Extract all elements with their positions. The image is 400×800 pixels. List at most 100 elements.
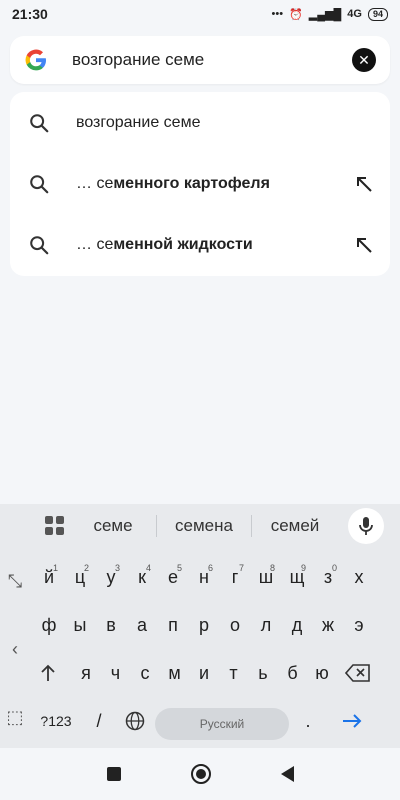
letter-key[interactable]: э	[344, 610, 374, 640]
letter-key[interactable]: ь	[249, 658, 277, 688]
letter-key[interactable]: о	[220, 610, 250, 640]
search-icon	[30, 113, 49, 132]
voice-input-button[interactable]	[348, 508, 384, 544]
letter-key[interactable]: е5	[158, 562, 188, 592]
fill-query-arrow-icon[interactable]	[354, 174, 374, 194]
letter-key[interactable]: у3	[96, 562, 126, 592]
key-hint-number: 6	[207, 563, 213, 573]
key-hint-number: 3	[114, 563, 120, 573]
letter-key[interactable]: а	[127, 610, 157, 640]
period-key[interactable]: .	[294, 706, 322, 736]
suggestion-item[interactable]: … семенной жидкости	[10, 214, 390, 275]
letter-key[interactable]: ю	[308, 658, 336, 688]
letter-key[interactable]: с	[131, 658, 159, 688]
home-icon[interactable]	[190, 764, 211, 784]
suggestion-text: возгорание семе	[76, 113, 201, 131]
letter-key[interactable]: т	[220, 658, 248, 688]
key-label: р	[198, 614, 209, 635]
battery-indicator: 94	[367, 7, 388, 21]
google-logo-icon	[25, 49, 46, 71]
language-key[interactable]	[120, 706, 150, 736]
fill-query-arrow-icon[interactable]	[354, 235, 374, 255]
key-label: в	[106, 614, 116, 635]
letter-key[interactable]: ф	[34, 610, 64, 640]
key-label: ф	[41, 614, 57, 635]
space-key[interactable]: Русский	[155, 708, 289, 740]
key-label: п	[168, 614, 178, 635]
symbols-key[interactable]: ?123	[34, 706, 78, 736]
suggestion-text: … семенного картофеля	[76, 174, 270, 192]
key-label: о	[229, 614, 240, 635]
search-bar[interactable]: возгорание семе ✕	[10, 36, 390, 84]
key-label: т	[229, 662, 238, 683]
letter-key[interactable]: ц2	[65, 562, 95, 592]
letter-key[interactable]: ч	[102, 658, 130, 688]
key-hint-number: 1	[52, 563, 58, 573]
key-label: я	[81, 662, 91, 683]
key-label: м	[168, 662, 181, 683]
alarm-icon: ⏰	[289, 8, 303, 21]
search-input[interactable]: возгорание семе	[72, 50, 204, 70]
network-type: 4G	[347, 8, 362, 20]
letter-key[interactable]: з0	[313, 562, 343, 592]
select-mode-icon[interactable]: ⬚	[0, 702, 30, 732]
key-label: с	[140, 662, 150, 683]
microphone-icon	[359, 517, 373, 535]
chevron-left-icon[interactable]: ‹	[0, 634, 30, 664]
letter-key[interactable]: и	[190, 658, 218, 688]
slash-key[interactable]: /	[84, 706, 114, 736]
keyboard-suggestion[interactable]: семе	[70, 516, 156, 536]
suggestion-item[interactable]: возгорание семе	[10, 92, 390, 153]
key-hint-number: 7	[238, 563, 244, 573]
key-label: ы	[73, 614, 87, 635]
suggestion-text: … семенной жидкости	[76, 235, 253, 253]
letter-key[interactable]: ж	[313, 610, 343, 640]
letter-key[interactable]: щ9	[282, 562, 312, 592]
letter-key[interactable]: г7	[220, 562, 250, 592]
search-icon	[30, 174, 49, 193]
key-label: з	[323, 566, 333, 587]
enter-key[interactable]	[334, 706, 370, 736]
letter-key[interactable]: б	[279, 658, 307, 688]
letter-key[interactable]: ш8	[251, 562, 281, 592]
letter-key[interactable]: х	[344, 562, 374, 592]
letter-key[interactable]: н6	[189, 562, 219, 592]
keyboard-suggestion[interactable]: семена	[157, 516, 251, 536]
key-label: б	[287, 662, 298, 683]
key-label: ю	[315, 662, 329, 683]
letter-key[interactable]: к4	[127, 562, 157, 592]
letter-key[interactable]: й1	[34, 562, 64, 592]
key-label: и	[198, 662, 210, 683]
shift-key[interactable]	[30, 658, 66, 688]
key-hint-number: 0	[331, 563, 337, 573]
key-label: д	[291, 614, 303, 635]
letter-key[interactable]: в	[96, 610, 126, 640]
suggestion-item[interactable]: … семенного картофеля	[10, 153, 390, 214]
signal-icon: ▂▄▆█	[308, 8, 342, 21]
arrow-right-icon	[343, 714, 362, 728]
letter-key[interactable]: ы	[65, 610, 95, 640]
keyboard-suggestion[interactable]: семей	[252, 516, 338, 536]
apps-grid-icon[interactable]	[40, 515, 70, 537]
recent-apps-icon[interactable]	[106, 767, 121, 781]
navigation-bar	[0, 748, 400, 800]
clear-search-button[interactable]: ✕	[352, 48, 376, 72]
letter-key[interactable]: я	[72, 658, 100, 688]
letter-key[interactable]: м	[161, 658, 189, 688]
key-hint-number: 4	[145, 563, 151, 573]
key-label: ь	[258, 662, 268, 683]
status-time: 21:30	[12, 6, 48, 22]
backspace-key[interactable]	[338, 658, 378, 688]
letter-key[interactable]: п	[158, 610, 188, 640]
letter-key[interactable]: р	[189, 610, 219, 640]
key-hint-number: 5	[176, 563, 182, 573]
key-hint-number: 8	[269, 563, 275, 573]
back-icon[interactable]	[280, 766, 294, 782]
letter-key[interactable]: д	[282, 610, 312, 640]
expand-keyboard-icon[interactable]: ⤡	[0, 566, 30, 596]
key-label: э	[354, 614, 364, 635]
letter-key[interactable]: л	[251, 610, 281, 640]
key-label: х	[354, 566, 364, 587]
key-label: г	[231, 566, 239, 587]
status-bar: 21:30 ••• ⏰ ▂▄▆█ 4G 94	[0, 0, 400, 28]
